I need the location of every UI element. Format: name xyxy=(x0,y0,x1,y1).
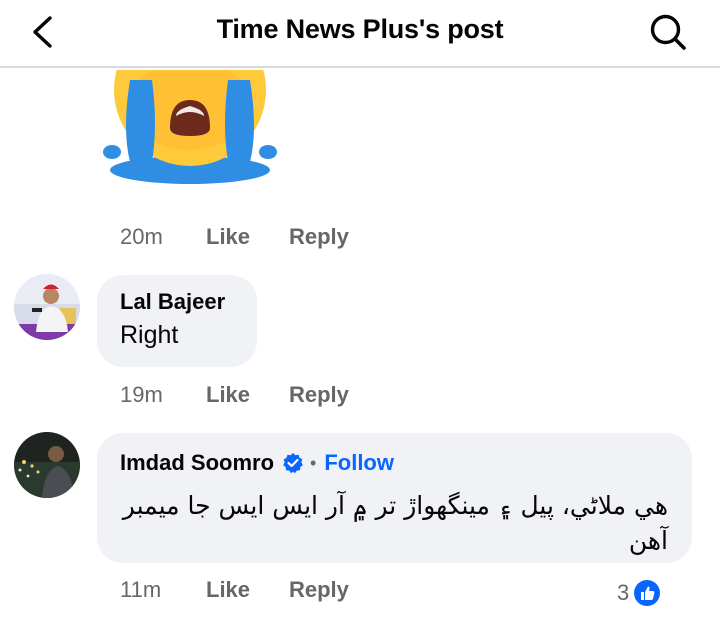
reply-button[interactable]: Reply xyxy=(289,382,349,408)
like-button[interactable]: Like xyxy=(206,382,289,408)
comment-bubble: Lal Bajeer Right xyxy=(97,275,257,367)
reaction-count: 3 xyxy=(617,580,630,605)
search-button[interactable] xyxy=(648,12,688,52)
reply-button[interactable]: Reply xyxy=(289,577,349,603)
comment-bubble: Imdad Soomro • Follow هي ملاڻي، پيل ۽ مي… xyxy=(97,433,692,563)
comment-time: 20m xyxy=(120,224,163,249)
comment-text: هي ملاڻي، پيل ۽ مينگهواڙ تر ۾ آر ايس ايس… xyxy=(122,491,668,555)
separator-dot: • xyxy=(310,452,317,473)
avatar[interactable] xyxy=(14,274,80,340)
comment-meta: 20m Like Reply xyxy=(120,224,349,250)
search-icon xyxy=(650,14,686,50)
comment-time: 11m xyxy=(120,577,162,602)
comment-author[interactable]: Imdad Soomro xyxy=(120,450,274,476)
like-button[interactable]: Like xyxy=(206,224,289,250)
reaction-summary[interactable]: 3 xyxy=(617,579,661,607)
follow-button[interactable]: Follow xyxy=(324,450,394,476)
comment-author[interactable]: Lal Bajeer xyxy=(120,289,257,315)
crying-face-sticker xyxy=(100,70,280,190)
comment-text: Right xyxy=(120,321,179,349)
avatar[interactable] xyxy=(14,432,80,498)
comment-time: 19m xyxy=(120,382,163,407)
page-title: Time News Plus's post xyxy=(216,14,504,44)
comment-meta: 11m Like Reply xyxy=(120,577,349,603)
post-header: Time News Plus's post xyxy=(0,0,720,68)
comment-meta: 19m Like Reply xyxy=(120,382,349,408)
comment-header: Imdad Soomro • Follow xyxy=(120,448,668,478)
like-button[interactable]: Like xyxy=(206,577,289,603)
verified-badge-icon xyxy=(282,452,304,474)
like-reaction-icon xyxy=(634,580,661,606)
reply-button[interactable]: Reply xyxy=(289,224,349,250)
